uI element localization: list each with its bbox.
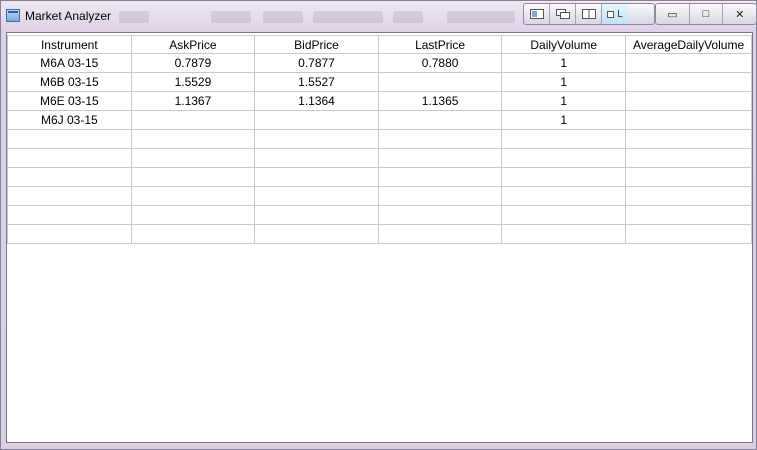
cell-askprice[interactable] <box>130 186 256 206</box>
market-analyzer-window: Market Analyzer L ▭ □ ✕ Instrument AskPr… <box>0 0 757 450</box>
app-window-icon <box>6 9 20 22</box>
cell-bidprice[interactable] <box>254 224 379 244</box>
cell-instrument[interactable]: M6A 03-15 <box>7 53 132 73</box>
cell-bidprice[interactable] <box>254 205 379 225</box>
cell-dailyvolume[interactable] <box>501 129 627 149</box>
cell-dailyvolume[interactable] <box>501 224 627 244</box>
table-header-row: Instrument AskPrice BidPrice LastPrice D… <box>7 35 752 54</box>
cell-instrument[interactable] <box>7 224 132 244</box>
cell-instrument[interactable]: M6B 03-15 <box>7 72 132 92</box>
cell-bidprice[interactable] <box>254 186 379 206</box>
cell-askprice[interactable] <box>130 129 256 149</box>
window-toolbar: L <box>523 3 655 25</box>
cell-dailyvolume[interactable]: 1 <box>501 91 627 111</box>
cell-bidprice[interactable]: 0.7877 <box>254 53 379 73</box>
cell-lastprice[interactable] <box>377 224 503 244</box>
cell-averagedailyvolume[interactable] <box>625 224 752 244</box>
cell-askprice[interactable] <box>130 110 256 130</box>
column-header-instrument[interactable]: Instrument <box>7 35 132 54</box>
cell-instrument[interactable] <box>7 205 132 225</box>
table-row[interactable] <box>7 167 752 187</box>
background-ghost <box>263 11 303 23</box>
cell-bidprice[interactable] <box>254 110 379 130</box>
cell-dailyvolume[interactable]: 1 <box>501 72 627 92</box>
cell-instrument[interactable]: M6E 03-15 <box>7 91 132 111</box>
cell-lastprice[interactable] <box>377 148 503 168</box>
cell-bidprice[interactable]: 1.1364 <box>254 91 379 111</box>
table-row[interactable] <box>7 148 752 168</box>
table-row[interactable] <box>7 186 752 206</box>
column-header-dailyvolume[interactable]: DailyVolume <box>501 35 627 54</box>
link-label: L <box>617 8 623 20</box>
window-layout-icon[interactable] <box>524 4 550 24</box>
cell-askprice[interactable]: 1.5529 <box>130 72 256 92</box>
title-bar[interactable]: Market Analyzer L ▭ □ ✕ <box>1 1 757 31</box>
column-header-bidprice[interactable]: BidPrice <box>254 35 379 54</box>
cell-dailyvolume[interactable] <box>501 186 627 206</box>
table-row[interactable] <box>7 129 752 149</box>
cell-lastprice[interactable]: 1.1365 <box>377 91 503 111</box>
cell-dailyvolume[interactable] <box>501 205 627 225</box>
column-header-averagedailyvolume[interactable]: AverageDailyVolume <box>625 35 752 54</box>
cell-dailyvolume[interactable]: 1 <box>501 110 627 130</box>
cell-bidprice[interactable] <box>254 167 379 187</box>
table-row[interactable]: M6E 03-15 1.1367 1.1364 1.1365 1 <box>7 91 752 111</box>
cell-askprice[interactable] <box>130 224 256 244</box>
cascade-icon[interactable] <box>550 4 576 24</box>
cell-dailyvolume[interactable] <box>501 148 627 168</box>
cell-averagedailyvolume[interactable] <box>625 110 752 130</box>
column-header-askprice[interactable]: AskPrice <box>130 35 256 54</box>
cell-bidprice[interactable] <box>254 148 379 168</box>
system-buttons: ▭ □ ✕ <box>655 3 757 25</box>
cell-lastprice[interactable] <box>377 72 503 92</box>
maximize-button[interactable]: □ <box>690 4 724 24</box>
cell-askprice[interactable] <box>130 167 256 187</box>
cell-askprice[interactable]: 1.1367 <box>130 91 256 111</box>
tile-icon[interactable] <box>576 4 602 24</box>
market-analyzer-grid-area[interactable]: Instrument AskPrice BidPrice LastPrice D… <box>6 32 753 443</box>
background-ghost <box>313 11 383 23</box>
cell-instrument[interactable] <box>7 129 132 149</box>
table-row[interactable]: M6B 03-15 1.5529 1.5527 1 <box>7 72 752 92</box>
table-row[interactable] <box>7 224 752 244</box>
cell-dailyvolume[interactable]: 1 <box>501 53 627 73</box>
background-ghost <box>119 11 149 23</box>
cell-averagedailyvolume[interactable] <box>625 72 752 92</box>
window-title: Market Analyzer <box>25 9 112 23</box>
table-row[interactable]: M6A 03-15 0.7879 0.7877 0.7880 1 <box>7 53 752 73</box>
market-analyzer-table: Instrument AskPrice BidPrice LastPrice D… <box>7 35 752 244</box>
column-header-lastprice[interactable]: LastPrice <box>377 35 503 54</box>
cell-instrument[interactable] <box>7 148 132 168</box>
cell-averagedailyvolume[interactable] <box>625 91 752 111</box>
cell-askprice[interactable]: 0.7879 <box>130 53 256 73</box>
cell-averagedailyvolume[interactable] <box>625 53 752 73</box>
cell-averagedailyvolume[interactable] <box>625 186 752 206</box>
background-ghost <box>211 11 251 23</box>
cell-lastprice[interactable] <box>377 205 503 225</box>
cell-lastprice[interactable]: 0.7880 <box>377 53 503 73</box>
cell-askprice[interactable] <box>130 148 256 168</box>
cell-averagedailyvolume[interactable] <box>625 148 752 168</box>
minimize-button[interactable]: ▭ <box>656 4 690 24</box>
cell-averagedailyvolume[interactable] <box>625 205 752 225</box>
table-row[interactable]: M6J 03-15 1 <box>7 110 752 130</box>
cell-averagedailyvolume[interactable] <box>625 167 752 187</box>
cell-lastprice[interactable] <box>377 110 503 130</box>
link-icon[interactable]: L <box>602 4 628 24</box>
cell-instrument[interactable]: M6J 03-15 <box>7 110 132 130</box>
background-ghost <box>447 11 515 23</box>
cell-dailyvolume[interactable] <box>501 167 627 187</box>
cell-askprice[interactable] <box>130 205 256 225</box>
cell-bidprice[interactable] <box>254 129 379 149</box>
cell-instrument[interactable] <box>7 167 132 187</box>
cell-lastprice[interactable] <box>377 186 503 206</box>
cell-instrument[interactable] <box>7 186 132 206</box>
background-ghost <box>393 11 423 23</box>
cell-averagedailyvolume[interactable] <box>625 129 752 149</box>
cell-lastprice[interactable] <box>377 167 503 187</box>
close-button[interactable]: ✕ <box>723 4 756 24</box>
cell-bidprice[interactable]: 1.5527 <box>254 72 379 92</box>
table-row[interactable] <box>7 205 752 225</box>
cell-lastprice[interactable] <box>377 129 503 149</box>
